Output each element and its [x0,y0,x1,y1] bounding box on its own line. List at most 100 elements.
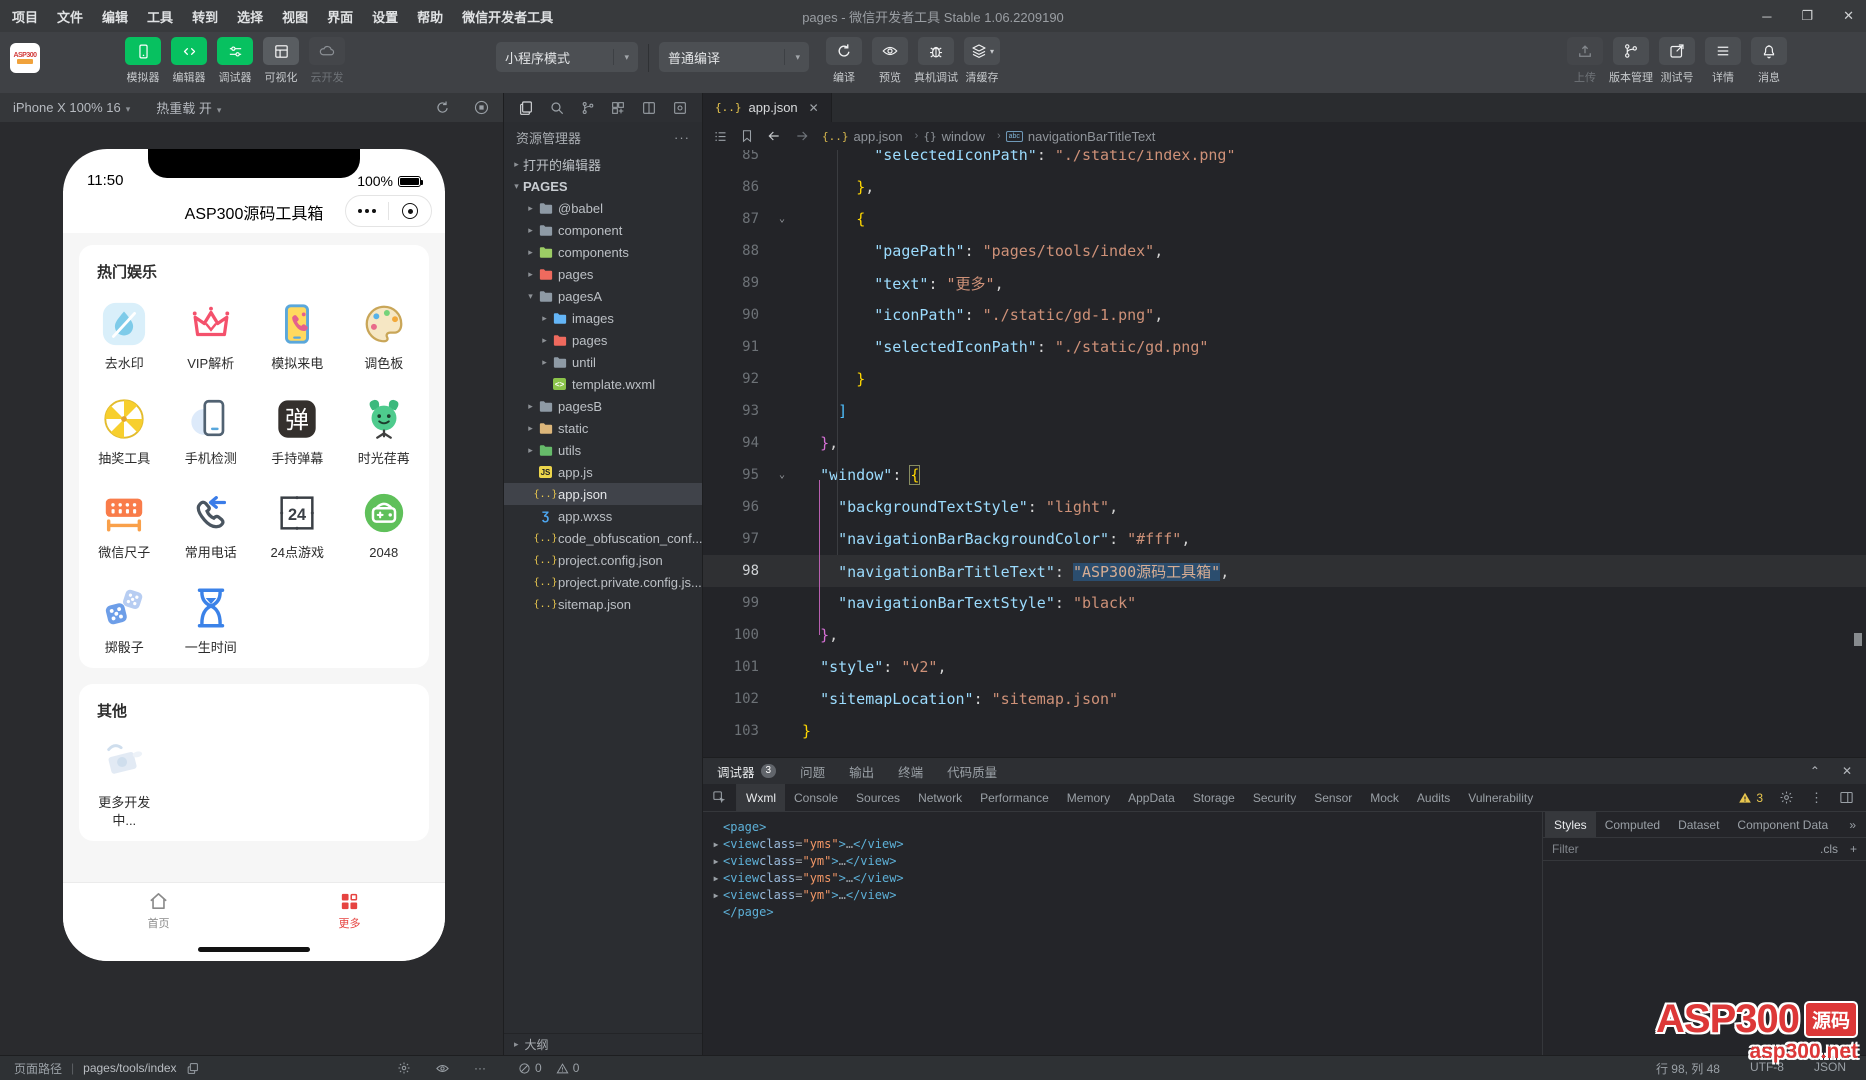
error-count[interactable]: 0 [518,1061,542,1075]
maximize-button[interactable]: ❐ [1801,8,1813,24]
more-menu-icon[interactable] [346,209,388,213]
devtools-tab-Memory[interactable]: Memory [1058,784,1119,811]
eye-icon[interactable] [435,1061,450,1076]
git-branch-gray-icon[interactable] [580,100,596,116]
devtools-tab-Audits[interactable]: Audits [1408,784,1459,811]
outline-section[interactable]: ▸ 大纲 [504,1033,702,1055]
warning-count[interactable]: 0 [556,1061,579,1075]
action-详情[interactable]: 详情 [1700,37,1746,85]
panel-tab-输出[interactable]: 输出 [849,762,874,781]
tree-item-app.js[interactable]: JS app.js [504,461,702,483]
tool-item-一生时间[interactable]: 一生时间 [168,568,255,663]
devtools-tab-Vulnerability[interactable]: Vulnerability [1459,784,1542,811]
code-line-91[interactable]: 91 "selectedIconPath": "./static/gd.png" [703,331,1866,363]
menu-item-工具[interactable]: 工具 [147,7,173,26]
cls-button[interactable]: .cls [1820,842,1838,856]
code-line-96[interactable]: 96 "backgroundTextStyle": "light", [703,491,1866,523]
action-版本管理[interactable]: 版本管理 [1608,37,1654,85]
sidebar-tab-Styles[interactable]: Styles [1545,812,1596,837]
explorer-more-icon[interactable]: ··· [674,130,690,145]
menu-item-设置[interactable]: 设置 [372,7,398,26]
tool-item-掷骰子[interactable]: 掷骰子 [81,568,168,663]
arrow-right-icon[interactable] [794,128,810,144]
copy-icon[interactable] [186,1062,199,1075]
code-line-103[interactable]: 103} [703,715,1866,747]
menu-item-转到[interactable]: 转到 [192,7,218,26]
toggle-调试器[interactable]: 调试器 [212,37,258,85]
grid-icon[interactable] [610,100,626,116]
tree-item-static[interactable]: ▸ static [504,417,702,439]
minimize-button[interactable]: ─ [1762,9,1771,24]
wxml-tree[interactable]: <page> ▶ <view class = "yms" >… </view> ▶ <view … [703,812,1542,1055]
devtools-tab-Security[interactable]: Security [1244,784,1305,811]
tool-item-时光荏苒[interactable]: 时光荏苒 [341,379,428,474]
tool-item-手持弹幕[interactable]: 弹手持弹幕 [254,379,341,474]
expand-arrow-icon[interactable]: ▶ [709,887,723,904]
hot-reload-toggle[interactable]: 热重载 开 ▾ [156,98,221,117]
home-indicator[interactable] [198,946,310,952]
code-line-94[interactable]: 94 }, [703,427,1866,459]
panel-tab-调试器[interactable]: 调试器 3 [717,762,777,781]
tool-item-调色板[interactable]: 调色板 [341,284,428,379]
code-line-87[interactable]: 87 ⌄ { [703,203,1866,235]
code-line-89[interactable]: 89 "text": "更多", [703,267,1866,299]
panel-tab-代码质量[interactable]: 代码质量 [947,762,997,781]
devtools-tab-Network[interactable]: Network [909,784,971,811]
tree-item-project.private.config.js...[interactable]: {..} project.private.config.js... [504,571,702,593]
tree-item-sitemap.json[interactable]: {..} sitemap.json [504,593,702,615]
menu-item-文件[interactable]: 文件 [57,7,83,26]
code-line-93[interactable]: 93 ] [703,395,1866,427]
code-line-97[interactable]: 97 "navigationBarBackgroundColor": "#fff… [703,523,1866,555]
panel-tab-问题[interactable]: 问题 [800,762,825,781]
tool-item-更多开发中...[interactable]: 更多开发中... [81,723,168,835]
code-line-100[interactable]: 100 }, [703,619,1866,651]
mode-select[interactable]: 小程序模式 ▾ [496,42,638,72]
wxml-node[interactable]: </page> [709,904,1542,921]
tree-item-project.config.json[interactable]: {..} project.config.json [504,549,702,571]
tool-item-微信尺子[interactable]: 微信尺子 [81,473,168,568]
menu-item-编辑[interactable]: 编辑 [102,7,128,26]
expand-arrow-icon[interactable]: ▶ [709,870,723,887]
scrollbar-marker[interactable] [1854,633,1862,646]
wxml-node[interactable]: ▶ <view class = "yms" >… </view> [709,836,1542,853]
more-dots-icon[interactable]: ··· [474,1061,486,1076]
page-path-label[interactable]: 页面路径 [14,1060,62,1077]
add-style-icon[interactable]: + [1850,842,1857,856]
action-上传[interactable]: 上传 [1562,37,1608,85]
code-line-99[interactable]: 99 "navigationBarTextStyle": "black" [703,587,1866,619]
filter-input[interactable]: Filter [1552,842,1579,856]
warning-badge[interactable]: 3 [1738,791,1763,805]
toggle-可视化[interactable]: 可视化 [258,37,304,85]
tree-item-components[interactable]: ▸ components [504,241,702,263]
action-真机调试[interactable]: 真机调试 [913,37,959,85]
files-icon[interactable] [518,100,534,116]
tool-item-2048[interactable]: 2048 [341,473,428,568]
code-line-85[interactable]: 85 "selectedIconPath": "./static/index.p… [703,150,1866,171]
menu-item-帮助[interactable]: 帮助 [417,7,443,26]
code-line-101[interactable]: 101 "style": "v2", [703,651,1866,683]
fold-chevron-icon[interactable]: ⌄ [779,214,785,225]
tree-item-app.json[interactable]: {..} app.json [504,483,702,505]
sidebar-tab-Dataset[interactable]: Dataset [1669,812,1728,837]
toggle-云开发[interactable]: 云开发 [304,37,350,85]
devtools-tab-Console[interactable]: Console [785,784,847,811]
fold-chevron-icon[interactable]: ⌄ [779,470,785,481]
close-button[interactable]: ✕ [1843,8,1854,24]
stop-icon[interactable] [473,99,490,116]
menu-item-项目[interactable]: 项目 [12,7,38,26]
sidebar-tab-Computed[interactable]: Computed [1596,812,1669,837]
tool-item-去水印[interactable]: 去水印 [81,284,168,379]
panel-tab-终端[interactable]: 终端 [898,762,923,781]
menu-item-选择[interactable]: 选择 [237,7,263,26]
sidebar-tab-Component Data[interactable]: Component Data [1728,812,1837,837]
tab-app-json[interactable]: {..} app.json ✕ [703,93,832,122]
tabbar-item-首页[interactable]: 首页 [63,883,254,937]
devtools-tab-Performance[interactable]: Performance [971,784,1058,811]
tree-item-code_obfuscation_conf...[interactable]: {..} code_obfuscation_conf... [504,527,702,549]
devtools-tab-Storage[interactable]: Storage [1184,784,1244,811]
exit-circle-icon[interactable] [389,203,431,219]
code-line-90[interactable]: 90 "iconPath": "./static/gd-1.png", [703,299,1866,331]
action-消息[interactable]: 消息 [1746,37,1792,85]
devtools-tab-Mock[interactable]: Mock [1361,784,1408,811]
breadcrumb-item-navigationBarTitleText[interactable]: › abc navigationBarTitleText [991,129,1155,144]
